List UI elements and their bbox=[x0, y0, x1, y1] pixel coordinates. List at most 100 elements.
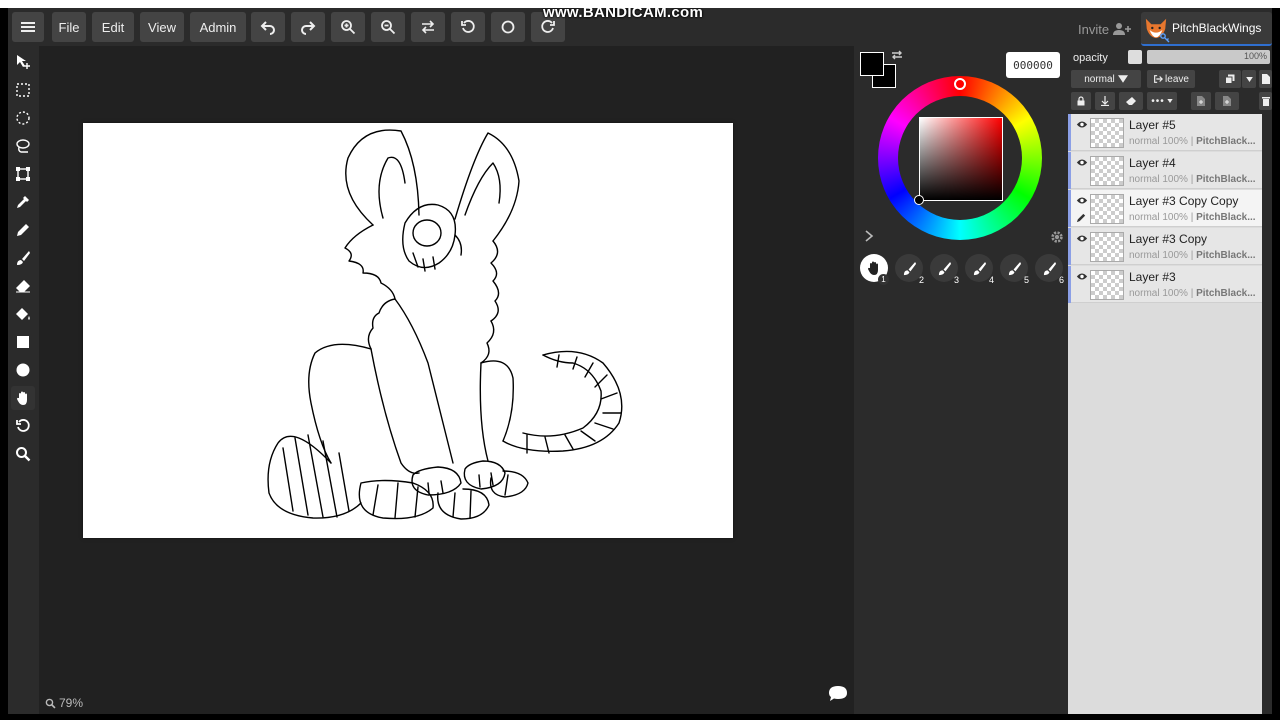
undo-button[interactable] bbox=[251, 12, 285, 42]
swap-colors-icon bbox=[892, 50, 902, 60]
hamburger-icon bbox=[21, 22, 35, 32]
view-menu-button[interactable]: View bbox=[140, 12, 184, 42]
layer-row[interactable]: Layer #3 Copy normal 100% | PitchBlack..… bbox=[1068, 228, 1262, 265]
color-settings-button[interactable] bbox=[1050, 230, 1064, 249]
sv-picker-handle[interactable] bbox=[914, 195, 924, 205]
eye-icon[interactable] bbox=[1076, 158, 1088, 167]
new-file-button[interactable] bbox=[1259, 70, 1272, 88]
redo-icon bbox=[301, 21, 316, 35]
layer-row[interactable]: Layer #4 normal 100% | PitchBlack... bbox=[1068, 152, 1262, 189]
layer-meta: normal 100% | PitchBlack... bbox=[1129, 136, 1256, 147]
eye-icon[interactable] bbox=[1076, 234, 1088, 243]
swap-colors-button[interactable] bbox=[890, 48, 904, 62]
duplicate-menu-button[interactable] bbox=[1242, 70, 1256, 88]
merge-down-button[interactable] bbox=[1095, 92, 1115, 110]
reset-rotation-button[interactable] bbox=[491, 12, 525, 42]
clear-layer-button[interactable] bbox=[1119, 92, 1143, 110]
brush-tool-button[interactable] bbox=[11, 246, 35, 270]
zoom-out-button[interactable] bbox=[371, 12, 405, 42]
app-window: File Edit View Admin www.BANDICAM.com 79… bbox=[8, 8, 1272, 714]
edit-menu-button[interactable]: Edit bbox=[92, 12, 134, 42]
drawing-canvas[interactable] bbox=[83, 123, 733, 538]
brush-icon bbox=[1043, 261, 1056, 275]
lasso-tool-button[interactable] bbox=[11, 134, 35, 158]
rotate-tool-button[interactable] bbox=[11, 414, 35, 438]
brush-slot-hand[interactable]: 1 bbox=[860, 254, 889, 285]
brush-slot-2[interactable]: 2 bbox=[895, 254, 924, 285]
zoom-value: 79% bbox=[59, 696, 84, 710]
opacity-value: 100% bbox=[1243, 51, 1267, 61]
more-options-button[interactable]: ••• bbox=[1147, 92, 1177, 110]
lock-layer-button[interactable] bbox=[1071, 92, 1091, 110]
layer-name[interactable]: Layer #3 Copy Copy bbox=[1129, 194, 1238, 208]
ellipsis-icon: ••• bbox=[1151, 95, 1165, 107]
pen-tool-button[interactable] bbox=[11, 218, 35, 242]
fill-tool-button[interactable] bbox=[11, 302, 35, 326]
move-tool-button[interactable] bbox=[11, 50, 35, 74]
zoom-indicator: 79% bbox=[45, 696, 83, 710]
eye-icon[interactable] bbox=[1076, 272, 1088, 281]
brush-slot-number: 1 bbox=[878, 274, 889, 285]
duplicate-layer-button[interactable] bbox=[1219, 70, 1241, 88]
canvas-viewport[interactable]: 79% bbox=[39, 46, 854, 714]
eye-icon[interactable] bbox=[1076, 196, 1088, 205]
layer-list-scrollbar[interactable] bbox=[1262, 114, 1272, 714]
opacity-slider[interactable]: 100% bbox=[1147, 50, 1270, 64]
opacity-label: opacity bbox=[1073, 52, 1108, 64]
eraser-tool-button[interactable] bbox=[11, 274, 35, 298]
hue-picker-handle[interactable] bbox=[954, 78, 966, 90]
rotate-left-button[interactable] bbox=[451, 12, 485, 42]
layer-name[interactable]: Layer #5 bbox=[1129, 118, 1176, 132]
file-menu-button[interactable]: File bbox=[52, 12, 86, 42]
hand-icon bbox=[868, 261, 878, 275]
hex-color-input[interactable]: 000000 bbox=[1006, 52, 1060, 78]
delete-layer-button[interactable] bbox=[1259, 92, 1272, 110]
primary-color-swatch[interactable] bbox=[860, 52, 884, 76]
ellipse-select-tool-button[interactable] bbox=[11, 106, 35, 130]
brush-slot-3[interactable]: 3 bbox=[930, 254, 959, 285]
new-group-icon bbox=[1223, 96, 1231, 106]
lasso-icon bbox=[16, 139, 30, 153]
layer-row[interactable]: Layer #3 normal 100% | PitchBlack... bbox=[1068, 266, 1262, 303]
zoom-tool-button[interactable] bbox=[11, 442, 35, 466]
hamburger-menu-button[interactable] bbox=[12, 12, 44, 42]
chat-button[interactable] bbox=[828, 685, 848, 708]
brush-slot-5[interactable]: 5 bbox=[1000, 254, 1029, 285]
eraser-icon bbox=[16, 280, 30, 293]
layer-selection-bar bbox=[1068, 266, 1071, 303]
ellipse-tool-button[interactable] bbox=[11, 358, 35, 382]
rectangle-tool-button[interactable] bbox=[11, 330, 35, 354]
saturation-value-square[interactable] bbox=[919, 117, 1003, 201]
rect-select-tool-button[interactable] bbox=[11, 78, 35, 102]
add-group-button[interactable] bbox=[1215, 92, 1239, 110]
expand-arrow-button[interactable] bbox=[864, 229, 874, 247]
layer-name[interactable]: Layer #3 Copy bbox=[1129, 232, 1207, 246]
invite-button[interactable]: Invite bbox=[1078, 20, 1132, 38]
brush-slot-4[interactable]: 4 bbox=[965, 254, 994, 285]
user-account-button[interactable]: PitchBlackWings bbox=[1141, 12, 1272, 46]
gear-icon bbox=[1051, 231, 1063, 243]
layer-name[interactable]: Layer #4 bbox=[1129, 156, 1176, 170]
add-layer-button[interactable] bbox=[1191, 92, 1211, 110]
admin-menu-button[interactable]: Admin bbox=[190, 12, 246, 42]
invite-label: Invite bbox=[1078, 21, 1110, 37]
layer-name[interactable]: Layer #3 bbox=[1129, 270, 1176, 284]
eye-icon[interactable] bbox=[1076, 120, 1088, 129]
zoom-in-button[interactable] bbox=[331, 12, 365, 42]
file-icon bbox=[1261, 74, 1270, 84]
transform-tool-button[interactable] bbox=[11, 162, 35, 186]
opacity-toggle[interactable] bbox=[1128, 50, 1142, 64]
rotate-icon bbox=[16, 419, 30, 432]
layer-thumbnail bbox=[1090, 270, 1124, 300]
eyedropper-tool-button[interactable] bbox=[11, 190, 35, 214]
layer-row-active[interactable]: Layer #3 Copy Copy normal 100% | PitchBl… bbox=[1068, 190, 1262, 227]
hand-tool-button[interactable] bbox=[11, 386, 35, 410]
layer-row[interactable]: Layer #5 normal 100% | PitchBlack... bbox=[1068, 114, 1262, 151]
chevron-down-icon bbox=[1117, 75, 1128, 83]
blend-mode-select[interactable]: normal bbox=[1071, 70, 1141, 88]
brush-slot-6[interactable]: 6 bbox=[1035, 254, 1064, 285]
redo-button[interactable] bbox=[291, 12, 325, 42]
color-wheel[interactable] bbox=[878, 76, 1042, 240]
flip-view-button[interactable] bbox=[411, 12, 445, 42]
leave-button[interactable]: leave bbox=[1147, 70, 1195, 88]
